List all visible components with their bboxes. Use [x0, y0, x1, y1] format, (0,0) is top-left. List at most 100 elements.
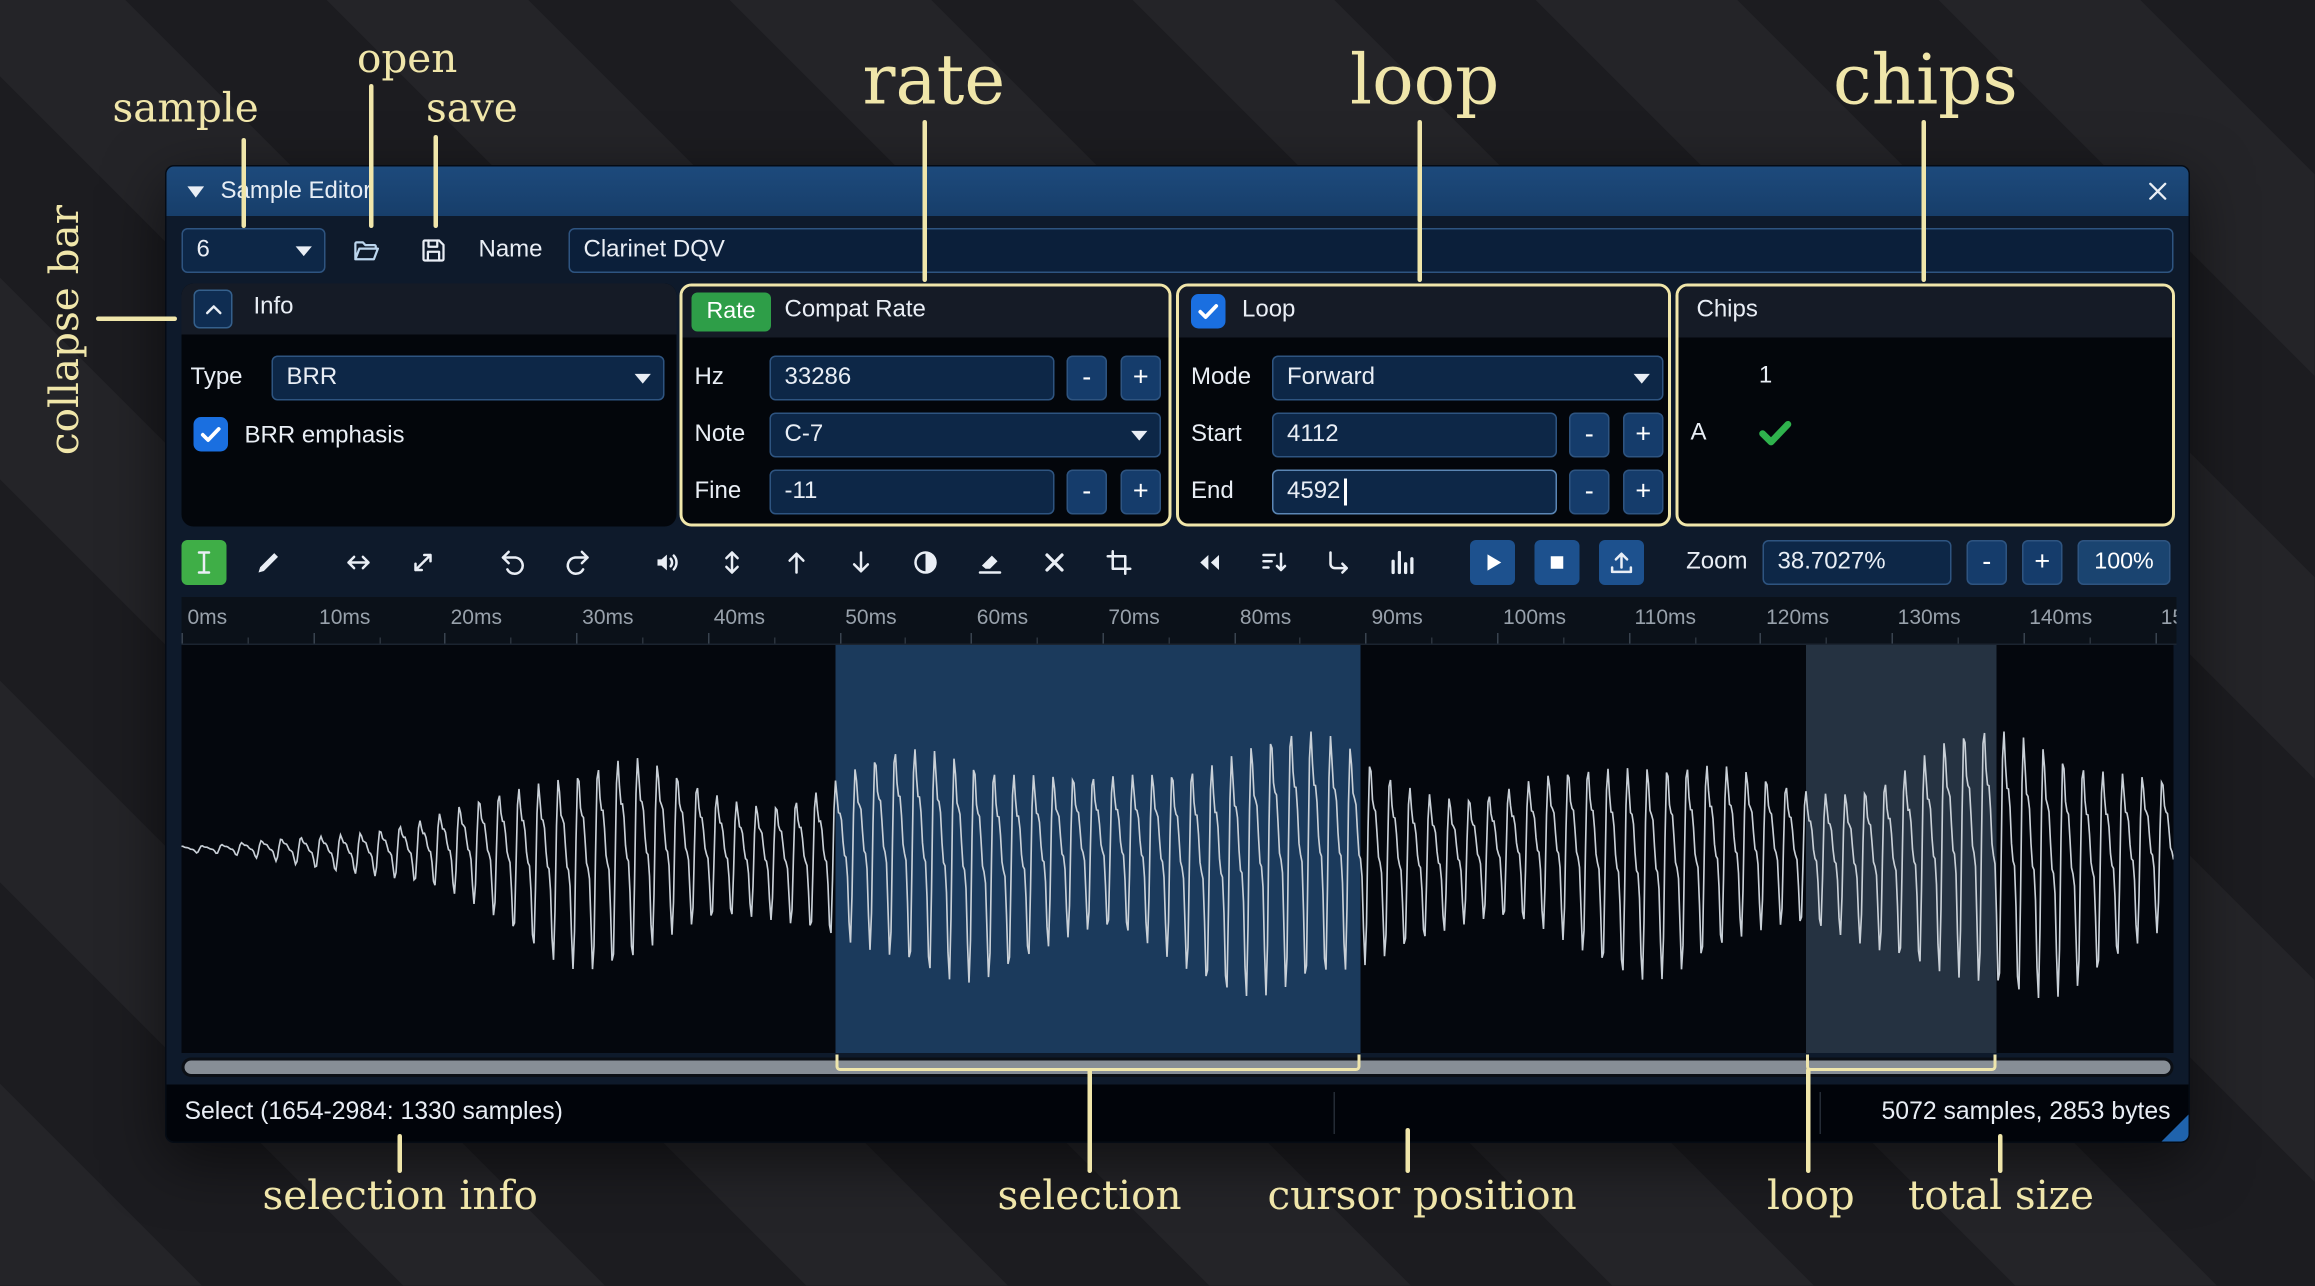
- rewind-button[interactable]: [1187, 540, 1232, 585]
- sample-editor-window: Sample Editor 6 Name Clarinet DQV Info T…: [165, 165, 2190, 1143]
- checkmark-icon: [198, 422, 224, 448]
- chip-enabled-check-icon[interactable]: [1754, 411, 1796, 453]
- rate-badge[interactable]: Rate: [691, 292, 771, 332]
- type-select[interactable]: BRR: [271, 355, 665, 401]
- zoom-value: 38.7027%: [1777, 549, 1886, 575]
- loop-mode-select[interactable]: Forward: [1272, 355, 1664, 401]
- loop-enable-checkbox[interactable]: [1191, 294, 1226, 329]
- shift-up-icon: [782, 548, 812, 578]
- preview-speaker-button[interactable]: [645, 540, 690, 585]
- annotation-line-loop: [1417, 120, 1422, 282]
- type-value: BRR: [286, 364, 338, 391]
- loop-start-minus-button[interactable]: -: [1569, 412, 1610, 458]
- histogram-icon: [1388, 548, 1418, 578]
- status-separator: [1333, 1092, 1335, 1134]
- annotation-line-save: [433, 135, 438, 228]
- open-button[interactable]: [344, 228, 389, 273]
- shift-up-button[interactable]: [774, 540, 819, 585]
- close-icon[interactable]: [2144, 178, 2171, 205]
- annotation-line-selection-info: [397, 1134, 402, 1173]
- loop-end-value: 4592: [1287, 478, 1341, 505]
- delete-x-button[interactable]: [1032, 540, 1077, 585]
- panels-row: Info Type BRR BRR emphasis Rate Compat R…: [167, 283, 2189, 527]
- shift-down-button[interactable]: [839, 540, 884, 585]
- annotation-chips: chips: [1833, 39, 2018, 120]
- annotation-open: open: [357, 36, 458, 83]
- loop-end-label: End: [1191, 478, 1234, 505]
- collapse-info-button[interactable]: [193, 289, 233, 329]
- ruler-tick: 50ms: [845, 604, 897, 629]
- name-input[interactable]: Clarinet DQV: [568, 228, 2174, 273]
- name-value: Clarinet DQV: [583, 237, 725, 263]
- toolbar: Zoom 38.7027% - + 100%: [167, 536, 2189, 590]
- note-value: C-7: [784, 421, 824, 448]
- play-button[interactable]: [1470, 540, 1515, 585]
- loop-bracket: [1806, 1054, 1997, 1071]
- loop-end-input[interactable]: 4592: [1272, 469, 1557, 515]
- zoom-out-button[interactable]: -: [1966, 540, 2007, 585]
- loop-start-input[interactable]: 4112: [1272, 412, 1557, 458]
- rate-panel: Rate Compat Rate Hz 33286 - + Note C-7 F…: [679, 283, 1172, 527]
- redo-button[interactable]: [555, 540, 600, 585]
- sort-descending-button[interactable]: [1251, 540, 1296, 585]
- annotation-total-size: total size: [1908, 1173, 2094, 1220]
- window-collapse-icon[interactable]: [185, 181, 206, 202]
- hz-minus-button[interactable]: -: [1066, 355, 1107, 401]
- bend-arrow-icon: [1323, 548, 1353, 578]
- fine-plus-button[interactable]: +: [1120, 469, 1161, 515]
- sort-descending-icon: [1259, 548, 1289, 578]
- annotation-collapse-bar: collapse bar: [42, 204, 89, 456]
- amplify-vertical-button[interactable]: [710, 540, 755, 585]
- hz-input[interactable]: 33286: [769, 355, 1055, 401]
- zoom-input[interactable]: 38.7027%: [1762, 540, 1952, 585]
- hz-plus-button[interactable]: +: [1120, 355, 1161, 401]
- time-ruler[interactable]: 0ms 10ms 20ms 30ms 40ms 50ms 60ms 70ms 80ms 90ms 1…: [181, 597, 2177, 645]
- zoom-reset-button[interactable]: 100%: [2077, 540, 2171, 585]
- info-panel: Info Type BRR BRR emphasis: [181, 283, 677, 527]
- select-ibeam-icon: [189, 548, 219, 578]
- ruler-tick: 110ms: [1634, 604, 1697, 629]
- pencil-draw-button[interactable]: [246, 540, 291, 585]
- ruler-tick: 60ms: [976, 604, 1029, 629]
- waveform[interactable]: [181, 645, 2174, 1053]
- resize-grip[interactable]: [2158, 1114, 2189, 1142]
- fine-minus-button[interactable]: -: [1066, 469, 1107, 515]
- annotated-screenshot: Sample Editor 6 Name Clarinet DQV Info T…: [0, 0, 2315, 1286]
- annotation-selection: selection: [997, 1173, 1182, 1220]
- brr-emphasis-checkbox[interactable]: [193, 417, 228, 452]
- sample-number-select[interactable]: 6: [181, 228, 326, 273]
- status-bar: Select (1654-2984: 1330 samples) 5072 sa…: [166, 1084, 2189, 1142]
- stretch-horizontal-icon: [344, 548, 374, 578]
- histogram-button[interactable]: [1380, 540, 1425, 585]
- annotation-line-cursor-position: [1405, 1128, 1410, 1173]
- note-select[interactable]: C-7: [769, 412, 1161, 458]
- save-floppy-icon: [419, 236, 449, 266]
- chevron-down-icon: [633, 372, 653, 386]
- eraser-button[interactable]: [968, 540, 1013, 585]
- crop-trim-button[interactable]: [1097, 540, 1142, 585]
- crop-trim-icon: [1104, 548, 1134, 578]
- stretch-diagonal-button[interactable]: [401, 540, 446, 585]
- shift-down-icon: [846, 548, 876, 578]
- bend-arrow-button[interactable]: [1316, 540, 1361, 585]
- stretch-horizontal-button[interactable]: [336, 540, 381, 585]
- undo-button[interactable]: [491, 540, 536, 585]
- loop-end-minus-button[interactable]: -: [1569, 469, 1610, 515]
- loop-end-plus-button[interactable]: +: [1623, 469, 1664, 515]
- loop-start-label: Start: [1191, 421, 1242, 448]
- annotation-rate: rate: [862, 39, 1006, 120]
- save-button[interactable]: [411, 228, 456, 273]
- loop-start-value: 4112: [1287, 421, 1339, 448]
- export-upload-button[interactable]: [1599, 540, 1644, 585]
- stop-button[interactable]: [1534, 540, 1580, 585]
- stretch-diagonal-icon: [408, 548, 438, 578]
- titlebar[interactable]: Sample Editor: [166, 166, 2189, 216]
- rewind-icon: [1194, 548, 1224, 578]
- controls-row: 6 Name Clarinet DQV: [167, 216, 2189, 284]
- loop-start-plus-button[interactable]: +: [1623, 412, 1664, 458]
- waveform-view[interactable]: [181, 645, 2174, 1053]
- invert-button[interactable]: [903, 540, 948, 585]
- zoom-in-button[interactable]: +: [2022, 540, 2063, 585]
- fine-input[interactable]: -11: [769, 469, 1055, 515]
- select-ibeam-button[interactable]: [181, 540, 227, 585]
